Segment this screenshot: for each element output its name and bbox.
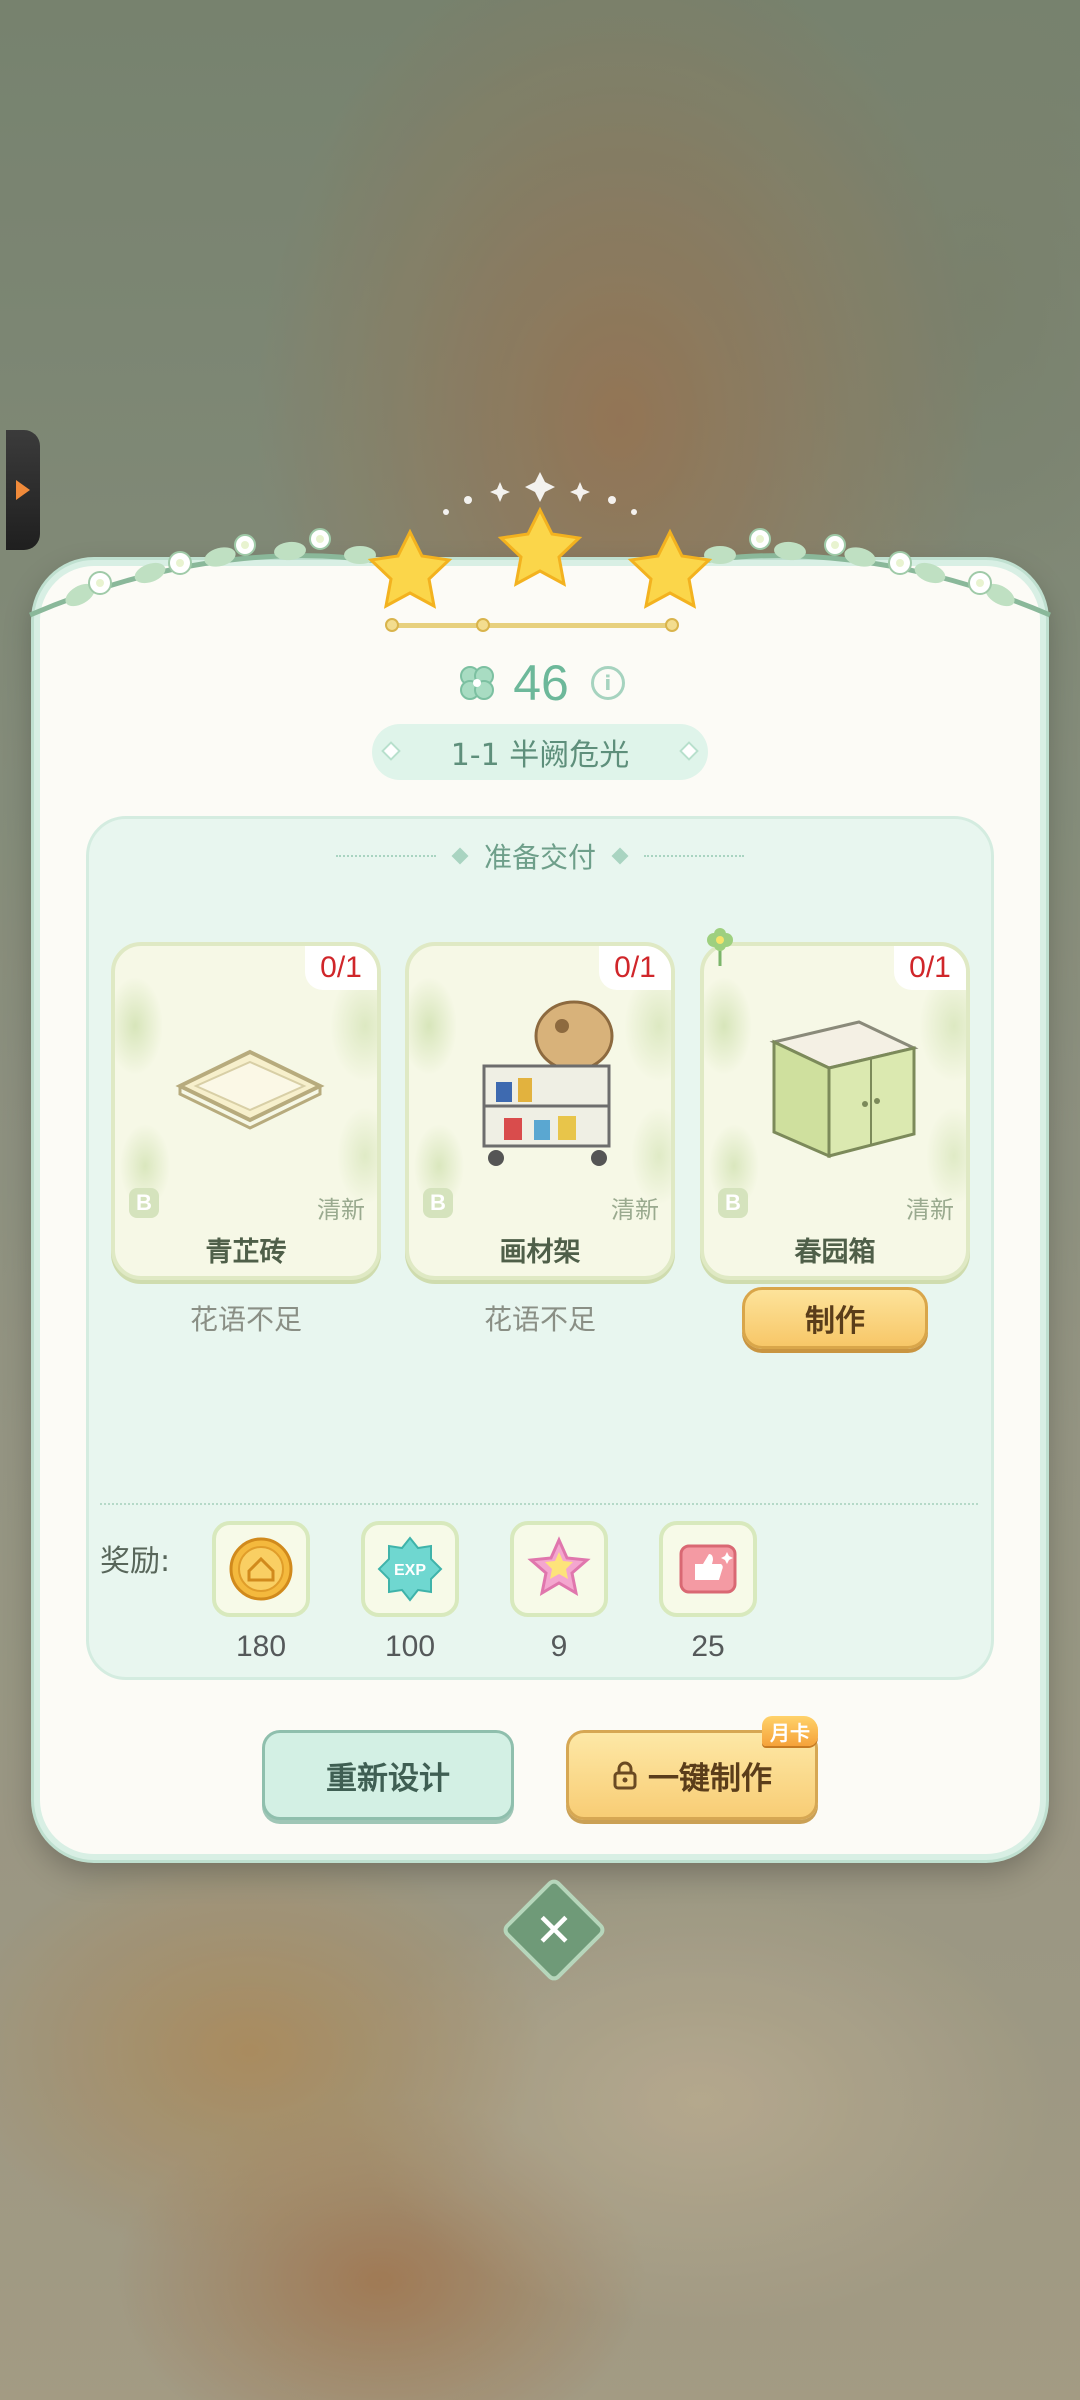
item-count: 0/1 xyxy=(894,946,966,990)
level-title: 1-1 半阙危光 xyxy=(372,724,708,780)
star-icon xyxy=(367,528,453,609)
art-cart-image xyxy=(482,1000,614,1166)
reward-value: 25 xyxy=(691,1630,725,1663)
diamond-decoration xyxy=(679,741,699,761)
diamond-decoration xyxy=(381,741,401,761)
item-name: 春园箱 xyxy=(794,1237,876,1268)
style-tag: 清新 xyxy=(317,1196,365,1224)
reward-value: 180 xyxy=(235,1630,287,1663)
clover-icon xyxy=(460,666,495,700)
item-card-tile[interactable]: 0/1 B 清新 青芷砖 xyxy=(111,942,381,1280)
item-card-easel-cart[interactable]: 0/1 B 清新 画材架 xyxy=(405,942,675,1280)
grade-badge: B xyxy=(718,1188,748,1218)
craft-button[interactable]: 制作 xyxy=(742,1287,928,1349)
coin-icon xyxy=(229,1537,293,1601)
close-icon[interactable]: ✕ xyxy=(516,1892,592,1968)
rating-stars xyxy=(367,472,713,609)
lock-icon xyxy=(613,1761,637,1790)
insufficient-status: 花语不足 xyxy=(189,1303,302,1336)
grade-badge: B xyxy=(423,1188,453,1218)
redesign-button[interactable]: 重新设计 xyxy=(262,1730,514,1820)
monthly-card-badge: 月卡 xyxy=(762,1716,818,1746)
reward-exp[interactable]: EXP xyxy=(361,1521,459,1617)
star-icon xyxy=(527,1536,591,1596)
section-title: 准备交付 xyxy=(483,841,596,874)
reward-coin[interactable] xyxy=(212,1521,310,1617)
item-count: 0/1 xyxy=(599,946,671,990)
insufficient-status: 花语不足 xyxy=(483,1303,596,1336)
floor-tile-image xyxy=(175,1049,325,1130)
info-icon[interactable]: i xyxy=(590,666,625,700)
item-name: 画材架 xyxy=(499,1237,581,1268)
style-tag: 清新 xyxy=(611,1196,659,1224)
rewards-label: 奖励: xyxy=(100,1544,171,1579)
grade-badge: B xyxy=(129,1188,159,1218)
one-click-craft-label: 一键制作 xyxy=(648,1760,772,1797)
svg-text:EXP: EXP xyxy=(394,1562,426,1579)
item-card-cabinet[interactable]: 0/1 B 清新 春园箱 xyxy=(700,942,970,1280)
reward-like-card[interactable] xyxy=(659,1521,757,1617)
reward-star[interactable] xyxy=(510,1521,608,1617)
star-progress-bar xyxy=(385,618,679,632)
star-icon xyxy=(627,528,713,609)
thumbs-up-card-icon xyxy=(679,1544,737,1594)
divider xyxy=(100,1503,978,1505)
level-label: 1-1 半阙危光 xyxy=(450,738,630,773)
score-value: 46 xyxy=(513,655,569,711)
reward-value: 9 xyxy=(550,1630,568,1663)
sprout-icon xyxy=(707,928,733,966)
star-icon xyxy=(497,506,583,587)
spring-cabinet-image xyxy=(769,1020,919,1159)
item-count: 0/1 xyxy=(305,946,377,990)
exp-icon: EXP xyxy=(377,1536,443,1602)
item-name: 青芷砖 xyxy=(205,1237,287,1268)
score-row: 46 i xyxy=(0,648,1080,718)
section-header: 准备交付 xyxy=(0,834,1080,878)
style-tag: 清新 xyxy=(906,1196,954,1224)
reward-value: 100 xyxy=(384,1630,436,1663)
